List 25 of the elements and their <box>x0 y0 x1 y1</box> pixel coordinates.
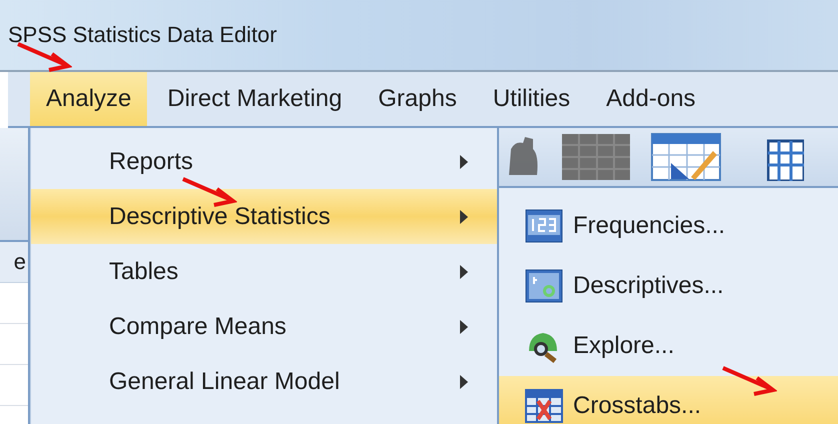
grid-icon <box>561 133 631 181</box>
menu-item[interactable]: Add-ons <box>590 72 712 126</box>
submenu-arrow-icon <box>459 374 469 390</box>
table-pencil-icon <box>651 133 721 181</box>
number-block-icon <box>525 209 563 243</box>
menu-item[interactable]: Direct Marketing <box>151 72 358 126</box>
menu-item[interactable]: Descriptive Statistics <box>31 189 497 244</box>
menu-item[interactable]: Graphs <box>362 72 473 126</box>
submenu-arrow-icon <box>459 208 469 224</box>
menu-item[interactable]: Reports <box>31 134 497 189</box>
menu-item[interactable]: Tables <box>31 244 497 299</box>
menu-item[interactable]: Descriptives... <box>499 256 838 316</box>
window-title: SPSS Statistics Data Editor <box>8 22 277 48</box>
column-header: e <box>0 242 28 283</box>
menu-item[interactable]: Crosstabs... <box>499 376 838 424</box>
submenu-arrow-icon <box>459 154 469 170</box>
menu-item[interactable]: Utilities <box>476 72 586 126</box>
menu-item[interactable]: Compare Means <box>31 299 497 354</box>
menu-item[interactable]: Explore... <box>499 316 838 376</box>
menu-item[interactable]: General Linear Model <box>31 354 497 409</box>
menu-item[interactable]: Frequencies... <box>499 196 838 256</box>
crosstab-icon <box>525 389 563 423</box>
submenu-arrow-icon <box>459 318 469 334</box>
submenu-arrow-icon <box>459 264 469 280</box>
menu-item[interactable]: Analyze <box>30 72 148 126</box>
